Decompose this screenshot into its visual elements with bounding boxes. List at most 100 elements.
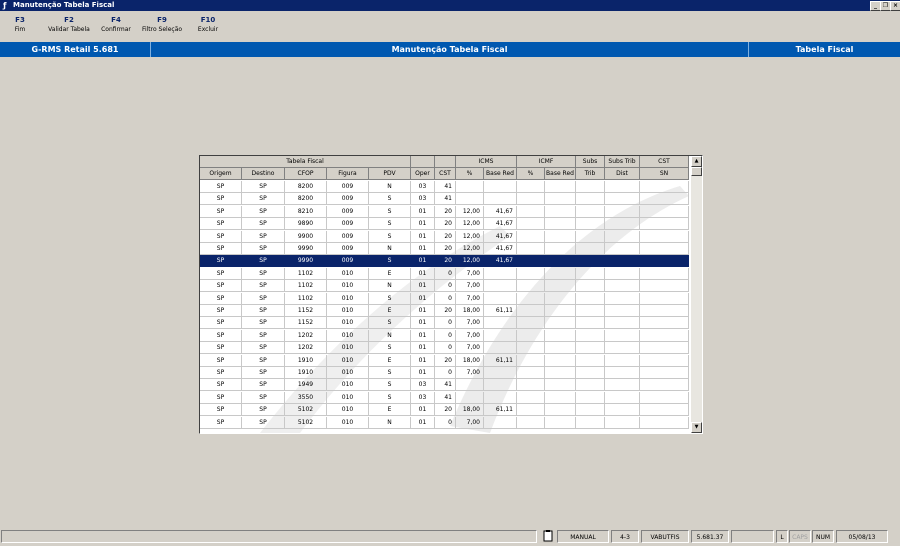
cell-icmf-base-red [545,305,576,317]
cell-oper: 01 [411,416,435,429]
cell-subs-trib-dist [605,255,640,268]
table-row[interactable]: SP SP 1949 010 S 03 41 [200,379,689,392]
cell-oper: 03 [411,193,435,206]
cell-cst: 20 [435,255,456,268]
date-panel: 05/08/13 [836,530,888,543]
cell-icms-base-red [484,342,517,355]
validar-tabela-button[interactable]: F2 Validar Tabela [44,15,94,34]
cell-subs-trib [576,292,605,305]
group-header-cst-blank [435,156,456,168]
group-header-cst: CST [640,156,689,168]
cell-icmf-base-red [545,218,576,231]
table-row[interactable]: SP SP 1152 010 E 01 20 18,00 61,11 [200,305,689,317]
cell-figura: 010 [327,317,369,330]
cell-icmf-pct [517,342,545,355]
cell-cst: 20 [435,404,456,417]
excluir-button[interactable]: F10 Excluir [192,15,224,34]
column-header-subs-trib-dist[interactable]: Dist [605,168,640,180]
system-version-label: G-RMS Retail 5.681 [0,42,151,57]
cell-cfop: 5102 [285,404,327,417]
cell-destino: SP [242,416,285,429]
column-header-cst[interactable]: CST [435,168,456,180]
cell-subs-trib [576,218,605,231]
scroll-thumb[interactable] [691,167,702,176]
scroll-down-icon[interactable]: ▼ [691,422,702,433]
status-message-panel [1,530,537,543]
cell-icms-pct: 12,00 [456,230,484,243]
cell-pdv: S [369,292,411,305]
column-header-figura[interactable]: Figura [327,168,369,180]
table-row[interactable]: SP SP 1202 010 N 01 0 7,00 [200,329,689,342]
cell-oper: 01 [411,292,435,305]
cell-pdv: S [369,342,411,355]
cell-pdv: S [369,391,411,404]
vertical-scrollbar[interactable]: ▲ ▼ [691,156,702,433]
table-row[interactable]: SP SP 8200 009 S 03 41 [200,193,689,206]
fiscal-table-grid[interactable]: Tabela Fiscal ICMS ICMF Subs Subs Trib C… [199,155,703,434]
cell-cst: 0 [435,292,456,305]
cell-destino: SP [242,255,285,268]
cell-icms-pct: 7,00 [456,342,484,355]
column-header-icmf-pct[interactable]: % [517,168,545,180]
column-header-pdv[interactable]: PDV [369,168,411,180]
cell-subs-trib [576,205,605,218]
cell-subs-trib [576,342,605,355]
cell-subs-trib [576,305,605,317]
column-header-icmf-base-red[interactable]: Base Red [545,168,576,180]
table-row[interactable]: SP SP 9900 009 S 01 20 12,00 41,67 [200,230,689,243]
close-button[interactable]: × [890,1,900,11]
cell-icmf-pct [517,205,545,218]
cell-icmf-base-red [545,292,576,305]
cell-cst: 20 [435,354,456,367]
cell-subs-trib [576,280,605,293]
cell-icmf-pct [517,193,545,206]
cell-icms-base-red [484,280,517,293]
filtro-selecao-button[interactable]: F9 Filtro Seleção [138,15,186,34]
table-row[interactable]: SP SP 1202 010 S 01 0 7,00 [200,342,689,355]
cell-origem: SP [200,391,242,404]
confirmar-button[interactable]: F4 Confirmar [98,15,134,34]
table-row[interactable]: SP SP 8210 009 S 01 20 12,00 41,67 [200,205,689,218]
cell-cst-sn [640,305,689,317]
column-header-icms-base-red[interactable]: Base Red [484,168,517,180]
column-header-destino[interactable]: Destino [242,168,285,180]
cell-icmf-pct [517,317,545,330]
table-row[interactable]: SP SP 1910 010 S 01 0 7,00 [200,367,689,379]
scroll-up-icon[interactable]: ▲ [691,156,702,167]
column-header-origem[interactable]: Origem [200,168,242,180]
cell-destino: SP [242,292,285,305]
cell-icms-base-red [484,181,517,193]
column-header-cst-sn[interactable]: SN [640,168,689,180]
table-row[interactable]: SP SP 9890 009 S 01 20 12,00 41,67 [200,218,689,231]
table-row[interactable]: SP SP 1910 010 E 01 20 18,00 61,11 [200,354,689,367]
cell-cst: 20 [435,230,456,243]
cell-icms-pct: 18,00 [456,305,484,317]
cell-cst: 41 [435,193,456,206]
cell-cst-sn [640,404,689,417]
table-row[interactable]: SP SP 5102 010 N 01 0 7,00 [200,416,689,429]
fim-button[interactable]: F3 Fim [6,15,34,34]
cell-cst: 0 [435,267,456,280]
cell-figura: 009 [327,193,369,206]
table-row[interactable]: SP SP 5102 010 E 01 20 18,00 61,11 [200,404,689,417]
window-title: Manutenção Tabela Fiscal [13,1,115,9]
table-row[interactable]: SP SP 1152 010 S 01 0 7,00 [200,317,689,330]
table-row[interactable]: SP SP 1102 010 E 01 0 7,00 [200,267,689,280]
table-row[interactable]: SP SP 8200 009 N 03 41 [200,181,689,193]
column-header-cfop[interactable]: CFOP [285,168,327,180]
table-row[interactable]: SP SP 1102 010 S 01 0 7,00 [200,292,689,305]
table-row[interactable]: SP SP 9990 009 N 01 20 12,00 41,67 [200,243,689,255]
column-header-oper[interactable]: Oper [411,168,435,180]
cell-cfop: 8200 [285,193,327,206]
table-row-selected[interactable]: SP SP 9990 009 S 01 20 12,00 41,67 [200,255,689,268]
cell-subs-trib-dist [605,193,640,206]
column-header-icms-pct[interactable]: % [456,168,484,180]
table-row[interactable]: SP SP 1102 010 N 01 0 7,00 [200,280,689,293]
table-row[interactable]: SP SP 3550 010 S 03 41 [200,391,689,404]
cell-icmf-base-red [545,416,576,429]
cell-icms-pct: 7,00 [456,416,484,429]
column-header-subs-trib[interactable]: Trib [576,168,605,180]
cell-icms-base-red [484,416,517,429]
cell-subs-trib-dist [605,292,640,305]
cell-pdv: S [369,218,411,231]
